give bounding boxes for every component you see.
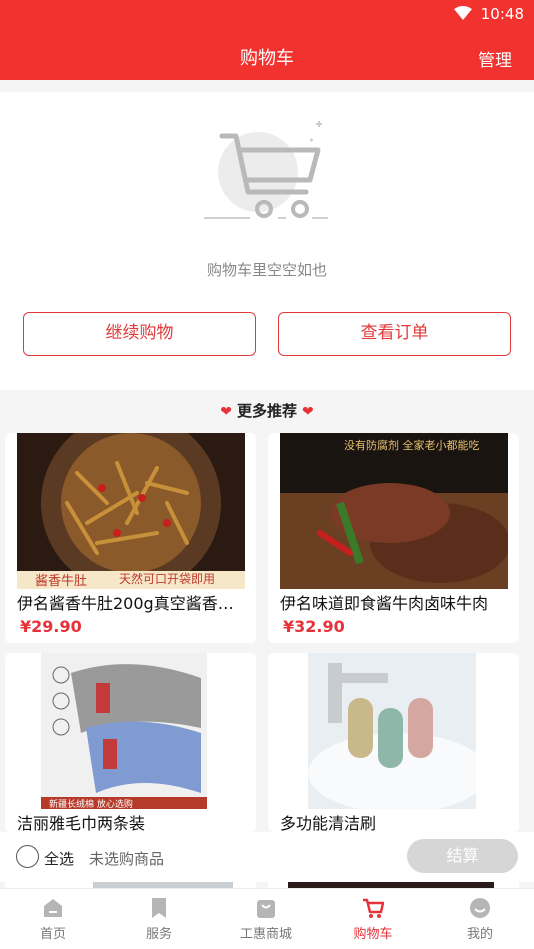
checkout-bar: 全选 未选购商品 结算 [0,832,534,882]
product-card[interactable]: 新疆长绒棉 放心选购 洁丽雅毛巾两条装 [5,653,256,832]
recommend-header: ❤ 更多推荐 ❤ [0,400,534,424]
manage-button[interactable]: 管理 [478,46,512,71]
heart-icon: ❤ [302,404,314,420]
status-bar: 10:48 [0,0,534,30]
bottom-tab-bar: 首页 服务 工惠商城 购物车 我的 [0,888,534,949]
select-all-radio[interactable] [16,845,39,868]
continue-shopping-button[interactable]: 继续购物 [23,312,256,356]
wifi-icon [454,6,472,20]
product-image-text: 酱香牛肚 [35,574,87,589]
product-name: 伊名酱香牛肚200g真空酱香牛肚 [17,594,249,613]
product-card[interactable]: 酱香牛肚 天然可口开袋即用 伊名酱香牛肚200g真空酱香牛肚 ¥29.90 [5,433,256,643]
tab-service[interactable]: 服务 [106,889,212,949]
product-image: 新疆长绒棉 放心选购 [41,653,207,809]
checkout-button[interactable]: 结算 [407,839,518,873]
tab-label: 首页 [39,927,66,942]
product-image-text: 天然可口开袋即用 [119,571,215,586]
product-name: 洁丽雅毛巾两条装 [17,814,146,832]
selection-status: 未选购商品 [89,850,165,868]
status-time: 10:48 [480,5,524,23]
tab-label: 购物车 [353,927,393,942]
bag-icon [257,900,275,918]
product-price: ¥29.90 [20,617,82,636]
tab-label: 我的 [466,927,493,942]
product-card[interactable]: 多功能清洁刷 [268,653,519,832]
product-card[interactable]: 没有防腐剂 全家老小都能吃 伊名味道即食酱牛肉卤味牛肉 ¥32.90 [268,433,519,643]
view-orders-button[interactable]: 查看订单 [278,312,511,356]
product-name: 多功能清洁刷 [280,814,377,832]
empty-cart-panel: 购物车里空空如也 继续购物 查看订单 [0,92,534,390]
tab-mine[interactable]: 我的 [427,889,533,949]
title-bar: 购物车 管理 [0,30,534,80]
user-icon [470,898,490,918]
empty-cart-message: 购物车里空空如也 [206,261,327,279]
product-price: ¥32.90 [283,617,345,636]
product-image-text: 新疆长绒棉 放心选购 [49,798,133,809]
cart-icon [363,898,384,918]
tab-label: 工惠商城 [239,927,292,942]
recommend-title: 更多推荐 [236,402,297,420]
tab-home[interactable]: 首页 [0,889,106,949]
product-name: 伊名味道即食酱牛肉卤味牛肉 [280,594,489,613]
tab-label: 服务 [145,927,172,942]
heart-icon: ❤ [220,404,232,420]
empty-cart-illustration [204,121,328,219]
page-title: 购物车 [240,48,294,69]
home-icon [44,899,62,917]
select-all-label[interactable]: 全选 [44,848,74,869]
tab-mall[interactable]: 工惠商城 [213,889,319,949]
bookmark-icon [152,898,166,918]
product-image [308,653,476,809]
product-image: 没有防腐剂 全家老小都能吃 [280,433,508,589]
product-image-text: 没有防腐剂 全家老小都能吃 [344,438,480,452]
tab-cart[interactable]: 购物车 [320,889,426,949]
product-image: 酱香牛肚 天然可口开袋即用 [17,433,245,589]
